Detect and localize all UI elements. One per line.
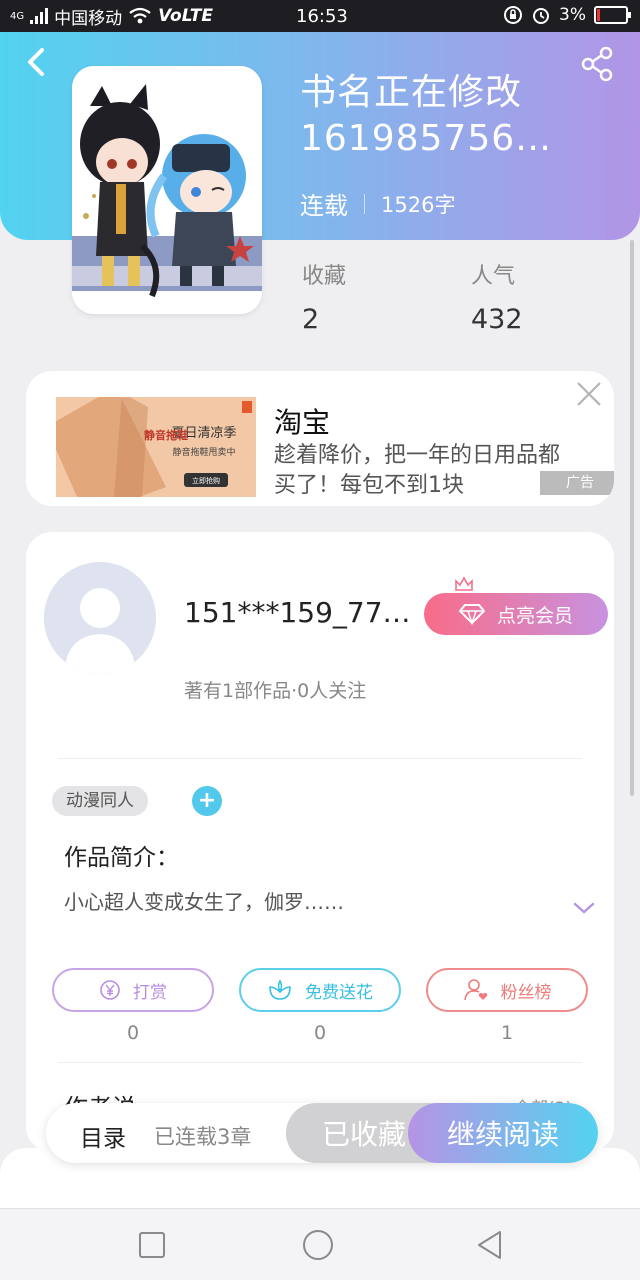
ad-title: 淘宝 [274, 406, 331, 439]
meta-divider [364, 193, 365, 214]
continue-reading-button[interactable]: 继续阅读 [408, 1103, 598, 1163]
send-flower-label: 免费送花 [305, 982, 373, 1003]
status-time: 16:53 [296, 6, 348, 27]
ad-illustration: 夏日清凉季 静音拖鞋甩卖中 静音拖鞋 立即抢购 [56, 397, 256, 497]
stat-favorites: 收藏 2 [302, 258, 346, 335]
rotation-lock-icon [504, 6, 523, 24]
author-card: 151***159_771… 点亮会员 著有1部作品·0人关注 动漫同人 + 作… [26, 532, 614, 1152]
stat-label: 人气 [471, 264, 516, 289]
recent-apps-icon[interactable] [136, 1229, 168, 1261]
ad-image[interactable]: 夏日清凉季 静音拖鞋甩卖中 静音拖鞋 立即抢购 [56, 397, 256, 497]
ad-description: 趁着降价，把一年的日用品都买了！每包不到1块 [274, 443, 561, 498]
battery-percent: 3% [559, 5, 586, 25]
ad-badge: 广告 [540, 471, 614, 495]
stat-value: 2 [302, 304, 320, 335]
fans-ranking-label: 粉丝榜 [500, 982, 552, 1003]
close-icon[interactable] [576, 381, 602, 407]
intro-text: 小心超人变成女生了，伽罗…… [64, 890, 344, 914]
flower-count: 0 [313, 1022, 327, 1044]
avatar[interactable] [44, 562, 156, 674]
back-icon[interactable] [22, 44, 52, 80]
send-flower-button[interactable]: 免费送花 [239, 968, 401, 1012]
battery-icon [594, 6, 631, 24]
favorited-label: 已收藏 [321, 1118, 406, 1151]
book-cover[interactable] [72, 66, 262, 314]
vip-button[interactable]: 点亮会员 [424, 593, 608, 635]
reward-button[interactable]: 打赏 [52, 968, 214, 1012]
ad-image-button: 立即抢购 [192, 476, 220, 485]
intro-title: 作品简介： [64, 845, 179, 871]
chapter-count: 已连载3章 [154, 1125, 252, 1149]
ad-card[interactable]: 夏日清凉季 静音拖鞋甩卖中 静音拖鞋 立即抢购 淘宝 趁着降价，把一年的日用品都… [26, 371, 614, 506]
ad-image-tag: 静音拖鞋 [144, 428, 188, 442]
flower-icon [269, 979, 291, 1000]
fans-count: 1 [500, 1022, 514, 1044]
carrier-label: 中国移动 [54, 8, 123, 29]
network-type: 4G [10, 10, 25, 22]
continue-reading-label: 继续阅读 [446, 1118, 559, 1151]
genre-tag[interactable]: 动漫同人 [52, 786, 148, 816]
word-count: 1526字 [381, 192, 456, 217]
reward-count: 0 [126, 1022, 140, 1044]
chevron-down-icon[interactable] [572, 900, 596, 916]
scrollbar[interactable] [630, 240, 634, 796]
wifi-icon [129, 7, 151, 24]
home-icon[interactable] [302, 1229, 334, 1261]
book-title: 书名正在修改 16198575628… [300, 70, 600, 162]
book-title-line1: 书名正在修改 [300, 72, 523, 113]
reading-action-bar: 目录 已连载3章 已收藏 继续阅读 [46, 1103, 598, 1163]
volte-label: VoLTE [158, 6, 213, 26]
diamond-icon [458, 604, 485, 625]
system-nav-bar [0, 1208, 640, 1280]
book-status: 连载 [300, 192, 348, 220]
catalog-button[interactable]: 目录 [80, 1119, 126, 1153]
ad-image-subline: 静音拖鞋甩卖中 [172, 446, 235, 458]
vip-button-label: 点亮会员 [496, 604, 573, 627]
avatar-placeholder-icon [44, 562, 156, 674]
crown-icon [455, 576, 473, 591]
signal-icon [30, 8, 49, 24]
book-title-line2: 16198575628… [300, 118, 562, 159]
author-name[interactable]: 151***159_771… [184, 596, 424, 629]
stat-value: 432 [471, 304, 523, 335]
add-tag-button[interactable]: + [192, 786, 222, 816]
stat-label: 收藏 [302, 264, 347, 289]
book-meta: 连载 1526字 [300, 186, 455, 221]
cover-illustration [72, 66, 262, 314]
author-subtitle: 著有1部作品·0人关注 [184, 680, 367, 702]
fans-icon [463, 979, 487, 1001]
reward-label: 打赏 [133, 982, 167, 1003]
stat-popularity: 人气 432 [471, 258, 523, 335]
divider [58, 758, 582, 759]
alarm-icon [533, 8, 550, 24]
back-nav-icon[interactable] [474, 1229, 506, 1261]
fans-ranking-button[interactable]: 粉丝榜 [426, 968, 588, 1012]
yuan-icon [100, 980, 120, 1000]
status-bar: 4G 中国移动 VoLTE 16:53 3% [0, 0, 640, 32]
divider [58, 1062, 582, 1063]
